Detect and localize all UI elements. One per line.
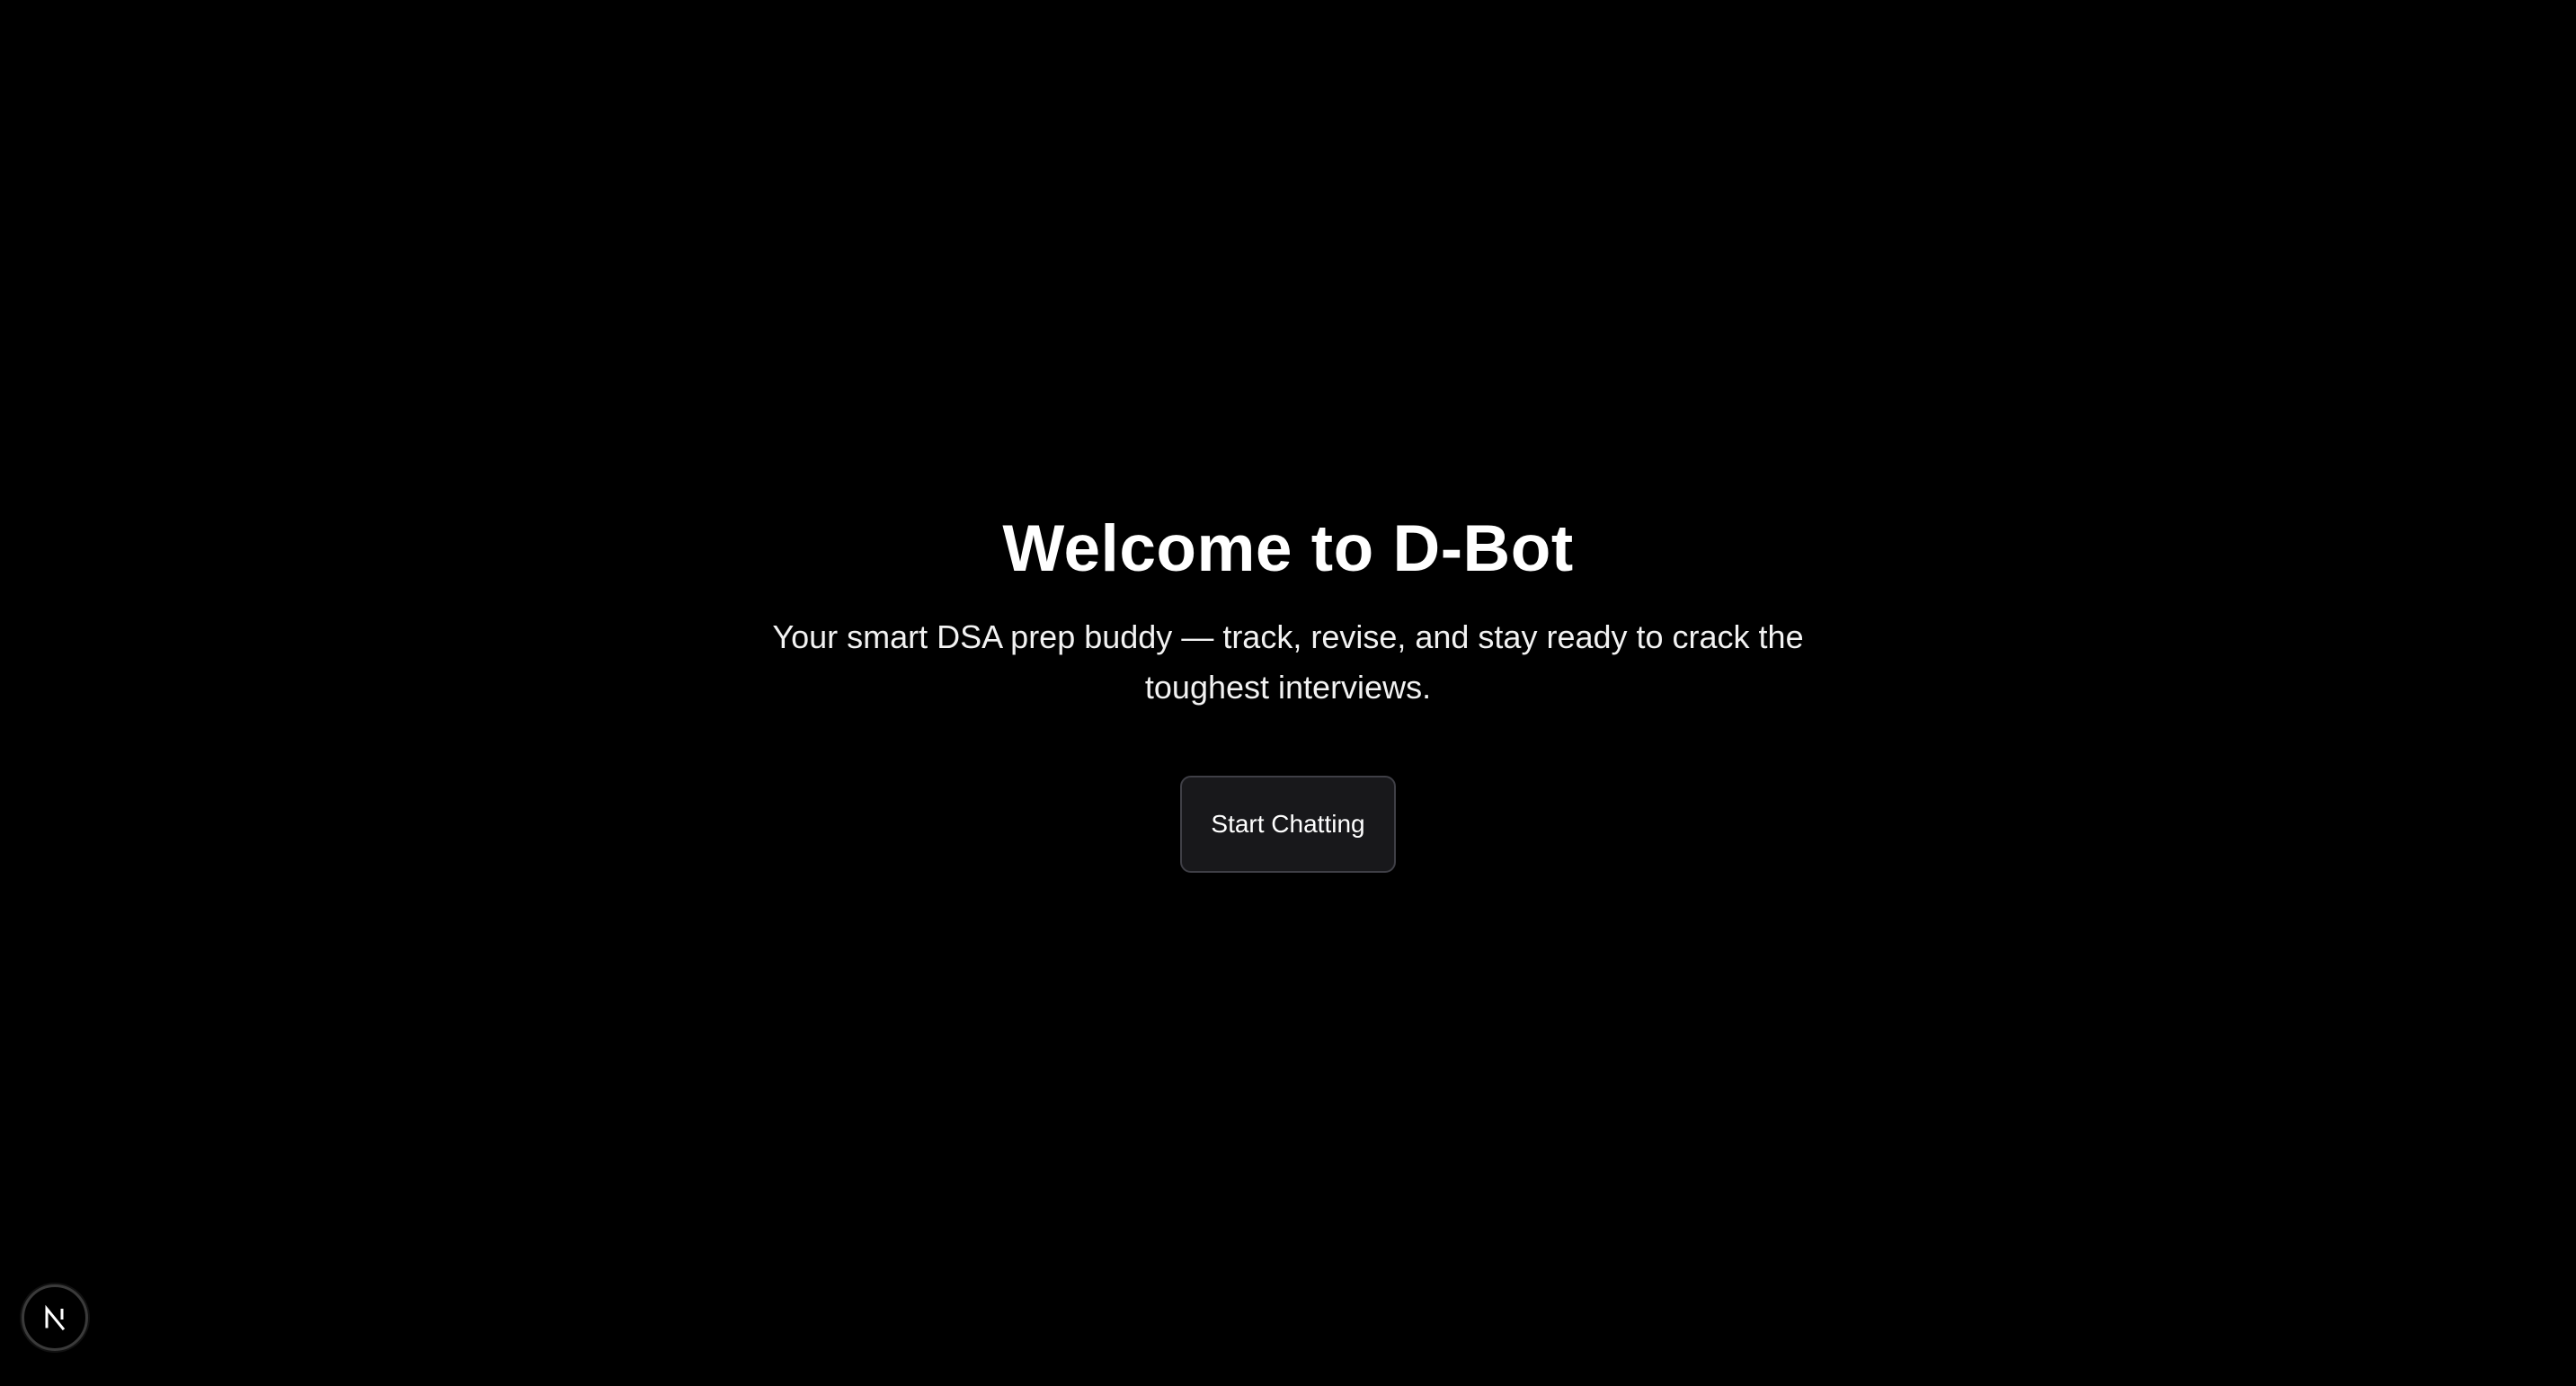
start-chatting-button[interactable]: Start Chatting xyxy=(1180,776,1396,874)
hero-subtitle: Your smart DSA prep buddy — track, revis… xyxy=(772,618,1804,706)
page-title: Welcome to D-Bot xyxy=(1002,511,1574,585)
hero-content: Welcome to D-Bot Your smart DSA prep bud… xyxy=(758,511,1818,874)
nextjs-dev-tools-button[interactable] xyxy=(22,1284,88,1351)
hero-section: Welcome to D-Bot Your smart DSA prep bud… xyxy=(0,0,2576,1386)
nextjs-logo-icon xyxy=(45,1304,66,1331)
